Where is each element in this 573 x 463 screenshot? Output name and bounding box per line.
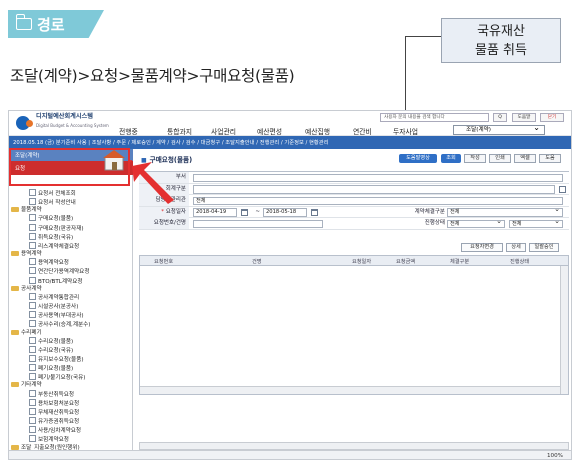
- excel-button[interactable]: 엑셀: [514, 154, 536, 163]
- reqno-field[interactable]: [193, 219, 323, 228]
- dept-field[interactable]: [193, 173, 563, 182]
- gnb-item-1[interactable]: 전행중: [119, 126, 138, 136]
- sidebar-tree: 요청서 전체조회 요청서 작성안내 물품계약 구매요청(물품) 구매요청(판공자재) 취득…: [11, 189, 97, 459]
- tree-item[interactable]: 용차보험처분요청: [11, 399, 97, 408]
- tree-item[interactable]: 보험계약요청: [11, 435, 97, 444]
- gnb-item-2[interactable]: 통합과지: [167, 126, 192, 136]
- print-button[interactable]: 인쇄: [489, 154, 511, 163]
- search-form: 부서 회계구분 담당자관리관 전체 * 요청일자 2018-04-19 ~ 20…: [139, 171, 569, 236]
- help-button-2[interactable]: 도움: [539, 154, 561, 163]
- path-tag-label: 경로: [37, 16, 65, 34]
- office-field[interactable]: [193, 185, 555, 194]
- tree-folder[interactable]: 물품계약: [11, 207, 97, 214]
- logo-subtitle: Digital Budget & Accounting System: [36, 123, 109, 128]
- detail-button[interactable]: 상세: [506, 243, 526, 252]
- grid-header: 요청번호 건명 요청일자 요청금액 체결구분 진행상태: [140, 256, 568, 266]
- logo-title: 디지털예산회계시스템: [36, 113, 93, 120]
- tree-item[interactable]: 유지보수요청(물품): [11, 355, 97, 364]
- search-button[interactable]: 조회: [441, 154, 461, 163]
- gnb-item-4[interactable]: 예산편성: [257, 126, 282, 136]
- write-button[interactable]: 작성: [464, 154, 486, 163]
- col-title[interactable]: 건명: [252, 258, 262, 265]
- page-horizontal-scrollbar[interactable]: [139, 442, 569, 450]
- close-button[interactable]: 닫기: [540, 113, 564, 122]
- tree-folder[interactable]: 용역계약: [11, 251, 97, 258]
- tree-item[interactable]: 구매요청(물품): [11, 214, 97, 223]
- calendar-icon-2[interactable]: [311, 208, 318, 216]
- callout-line-2: 물품 취득: [475, 43, 527, 58]
- tree-item[interactable]: 사용/임차계약요청: [11, 426, 97, 435]
- callout-line-1: 국유재산: [477, 24, 525, 39]
- screen: 경로 조달(계약)>요청>물품계약>구매요청(물품) 국유재산 물품 취득 디지…: [0, 0, 573, 463]
- grid-horizontal-scrollbar[interactable]: [140, 386, 560, 394]
- tree-item[interactable]: 수리요청(국유): [11, 346, 97, 355]
- tree-folder[interactable]: 기타계약: [11, 382, 97, 389]
- date-from-field[interactable]: 2018-04-19: [193, 208, 237, 217]
- top-search-input[interactable]: 사용자 문의 내용을 검색 합니다: [380, 113, 489, 122]
- help-video-button[interactable]: 도움말영상: [399, 154, 437, 163]
- tree-item[interactable]: 공사계약통합관리: [11, 293, 97, 302]
- pointer-arrow-icon: [130, 160, 174, 204]
- tree-item[interactable]: 요청서 작성안내: [11, 198, 97, 207]
- tree-item[interactable]: 수리요청(물품): [11, 337, 97, 346]
- contract-select[interactable]: 전체: [447, 206, 563, 217]
- col-amount[interactable]: 요청금액: [396, 258, 415, 265]
- bulk-approve-button[interactable]: 일괄승인: [529, 243, 559, 252]
- result-grid: 요청번호 건명 요청일자 요청금액 체결구분 진행상태: [139, 255, 569, 395]
- tree-folder[interactable]: 공사계약: [11, 286, 97, 293]
- col-date[interactable]: 요청일자: [352, 258, 371, 265]
- tree-item[interactable]: 용역계약요청: [11, 258, 97, 267]
- tree-item[interactable]: 구매요청(판공자재): [11, 224, 97, 233]
- status-select-2[interactable]: 전체: [509, 218, 563, 228]
- tree-item[interactable]: BTO/BTL계약요청: [11, 277, 97, 286]
- tree-item[interactable]: 부동산취득요청: [11, 390, 97, 399]
- logo-icon: [16, 116, 33, 130]
- tree-item[interactable]: 연간단가용역계약요청: [11, 267, 97, 276]
- reqno-label: 요청번호/건명: [139, 218, 189, 229]
- col-type[interactable]: 체결구분: [450, 258, 469, 265]
- system-select[interactable]: 조달(계약): [453, 123, 545, 135]
- gnb-item-7[interactable]: 두자사업: [393, 126, 418, 136]
- grid-vertical-scrollbar[interactable]: [560, 266, 568, 394]
- gnb-item-3[interactable]: 사업관리: [211, 126, 236, 136]
- contract-label: 계약체결구분: [414, 208, 445, 215]
- col-reqno[interactable]: 요청번호: [154, 258, 173, 265]
- tree-item[interactable]: 무체재산취득요청: [11, 408, 97, 417]
- sidebar: 조달(계약) 요청 요청서 전체조회 요청서 작성안내 물품계약 구매요청(물품) 구매…: [9, 149, 133, 459]
- tree-folder[interactable]: 수리폐기: [11, 330, 97, 337]
- tree-item[interactable]: 유가증권취득요청: [11, 417, 97, 426]
- tree-item[interactable]: 요청서 전체조회: [11, 189, 97, 198]
- breadcrumb: 조달(계약)>요청>물품계약>구매요청(물품): [10, 67, 295, 85]
- search-icon[interactable]: Q: [493, 113, 507, 122]
- menu-strip-text[interactable]: 2018.05.18 (금) 분기준비 사용 | 조달사항 / 주문 / 제로승…: [13, 138, 328, 146]
- status-bar: 100%: [9, 450, 571, 459]
- top-bar: 디지털예산회계시스템 Digital Budget & Accounting S…: [9, 111, 571, 136]
- tree-item[interactable]: 공사수리(승계,계분수): [11, 320, 97, 329]
- date-label: * 요청일자: [139, 206, 189, 218]
- gnb-item-5[interactable]: 예산집행: [305, 126, 330, 136]
- highlight-box: [9, 148, 130, 186]
- status-select[interactable]: 전체: [447, 218, 505, 228]
- tree-item[interactable]: 리스계약체결요청: [11, 242, 97, 251]
- handler-field[interactable]: 전체: [193, 196, 563, 205]
- zoom-level[interactable]: 100%: [547, 453, 563, 459]
- tree-item[interactable]: 취득요청(국유): [11, 233, 97, 242]
- calendar-icon[interactable]: [241, 208, 248, 216]
- callout-connector: [405, 36, 441, 37]
- change-requester-button[interactable]: 요청자변경: [461, 243, 503, 252]
- date-to-field[interactable]: 2018-05-18: [263, 208, 307, 217]
- status-label: 진행상태: [424, 220, 445, 226]
- path-tag: 경로: [8, 10, 104, 38]
- tree-item[interactable]: 폐기요청(물품): [11, 364, 97, 373]
- date-separator: ~: [255, 208, 260, 215]
- tree-item[interactable]: 공사용역(부대공사): [11, 311, 97, 320]
- folder-icon: [15, 14, 32, 30]
- col-status[interactable]: 진행상태: [510, 258, 529, 265]
- help-button[interactable]: 도움말: [512, 113, 536, 122]
- lookup-icon[interactable]: [559, 185, 566, 193]
- tree-item[interactable]: 시설공사(분공사): [11, 302, 97, 311]
- gnb-item-6[interactable]: 연간비: [353, 126, 372, 136]
- callout-box: 국유재산 물품 취득: [441, 18, 561, 63]
